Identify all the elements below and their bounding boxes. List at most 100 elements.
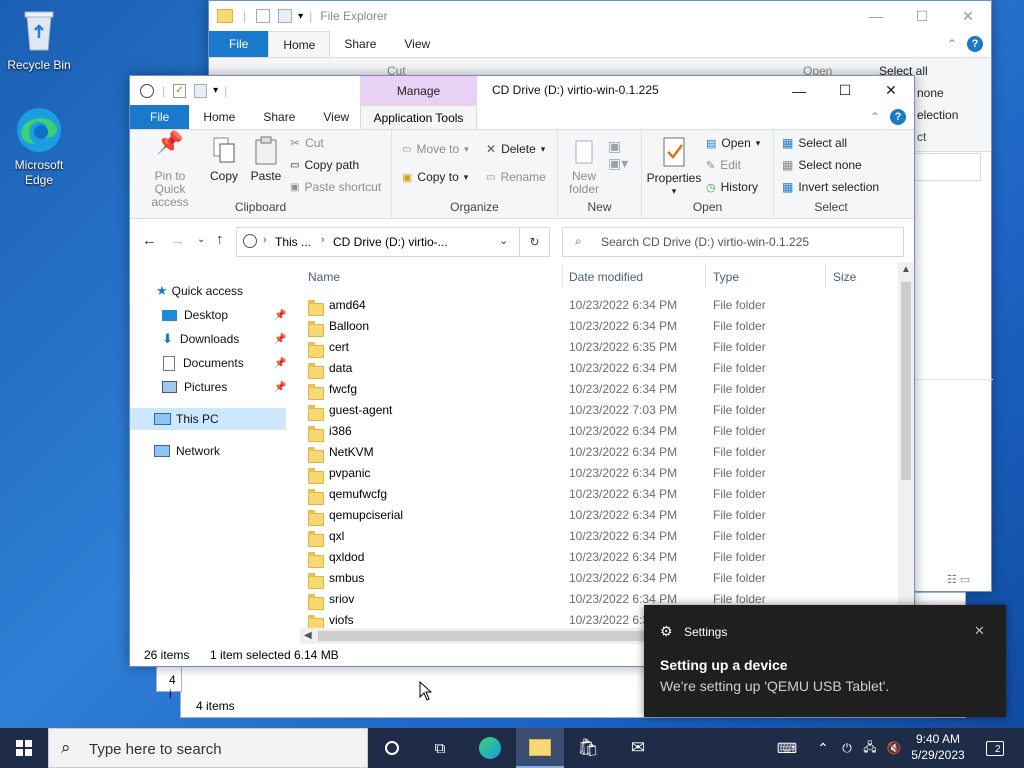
paste-button[interactable]: Paste bbox=[246, 136, 286, 183]
nav-network[interactable]: Network bbox=[130, 440, 286, 462]
cortana-icon[interactable] bbox=[368, 728, 416, 768]
select-all-button[interactable]: ▦ Select all bbox=[782, 136, 847, 150]
start-button[interactable] bbox=[0, 728, 48, 768]
copy-path-button[interactable]: ▭ Copy path bbox=[290, 158, 359, 172]
scroll-thumb[interactable] bbox=[901, 282, 911, 480]
delete-button[interactable]: ✕ Delete ▾ bbox=[486, 142, 545, 156]
toast-close-icon[interactable]: ✕ bbox=[974, 623, 985, 639]
table-row[interactable]: i386 10/23/2022 6:34 PM File folder bbox=[300, 420, 900, 442]
input-indicator-icon[interactable]: ⌨ bbox=[774, 728, 800, 768]
show-hidden-icons-icon[interactable]: ⌃ bbox=[812, 728, 834, 768]
new-folder-button[interactable]: New folder bbox=[564, 138, 604, 196]
address-bar[interactable]: › This ... › CD Drive (D:) virtio-... ⌄ bbox=[236, 227, 520, 257]
breadcrumb-this-pc[interactable]: This ... bbox=[275, 235, 311, 249]
table-row[interactable]: qxldod 10/23/2022 6:34 PM File folder bbox=[300, 546, 900, 568]
chevron-down-icon[interactable]: ▾ bbox=[298, 11, 303, 22]
table-row[interactable]: qxl 10/23/2022 6:34 PM File folder bbox=[300, 525, 900, 547]
doc-icon[interactable] bbox=[278, 9, 293, 23]
h-scroll-thumb[interactable] bbox=[318, 631, 648, 641]
nav-this-pc[interactable]: This PC bbox=[130, 408, 286, 430]
clock[interactable]: 9:40 AM 5/29/2023 bbox=[906, 731, 970, 765]
back-search-box[interactable] bbox=[909, 153, 981, 181]
recycle-bin-icon[interactable]: Recycle Bin bbox=[2, 6, 76, 72]
tab-file[interactable]: File bbox=[130, 105, 190, 129]
file-explorer-taskbar-icon[interactable] bbox=[516, 728, 564, 768]
copy-button[interactable]: Copy bbox=[206, 136, 242, 183]
scroll-left-icon[interactable]: ◀ bbox=[304, 630, 312, 641]
table-row[interactable]: pvpanic 10/23/2022 6:34 PM File folder bbox=[300, 462, 900, 484]
rename-button[interactable]: ▭ Rename bbox=[486, 170, 546, 184]
table-row[interactable]: data 10/23/2022 6:34 PM File folder bbox=[300, 357, 900, 379]
close-button[interactable]: ✕ bbox=[868, 76, 914, 106]
address-dropdown-icon[interactable]: ⌄ bbox=[499, 234, 508, 247]
maximize-button[interactable]: ☐ bbox=[822, 76, 868, 106]
edit-button[interactable]: ✎ Edit bbox=[706, 158, 741, 172]
check-icon[interactable] bbox=[256, 9, 271, 23]
col-name[interactable]: Name bbox=[308, 270, 340, 284]
nav-documents[interactable]: Documents 📌 bbox=[130, 352, 286, 374]
back-tab-home[interactable]: Home bbox=[268, 31, 331, 57]
table-row[interactable]: amd64 10/23/2022 6:34 PM File folder bbox=[300, 294, 900, 316]
recent-chevron-down-icon[interactable]: ⌄ bbox=[197, 234, 205, 245]
table-row[interactable]: guest-agent 10/23/2022 7:03 PM File folder bbox=[300, 399, 900, 421]
pin-icon[interactable]: 📌 bbox=[274, 334, 286, 345]
vertical-scrollbar[interactable]: ▲ bbox=[898, 262, 914, 628]
help-icon[interactable]: ? bbox=[967, 36, 983, 52]
store-taskbar-icon[interactable]: 🛍 bbox=[564, 728, 612, 768]
col-type[interactable]: Type bbox=[713, 270, 739, 284]
new-folder-qat-icon[interactable] bbox=[194, 83, 208, 98]
paste-shortcut-button[interactable]: ▣ Paste shortcut bbox=[290, 180, 381, 194]
table-row[interactable]: cert 10/23/2022 6:35 PM File folder bbox=[300, 336, 900, 358]
select-none-button[interactable]: ▦ Select none bbox=[782, 158, 862, 172]
up-arrow-icon[interactable]: ↑ bbox=[216, 231, 224, 248]
pin-icon[interactable]: 📌 bbox=[274, 382, 286, 393]
table-row[interactable]: smbus 10/23/2022 6:34 PM File folder bbox=[300, 567, 900, 589]
move-to-button[interactable]: ▭ Move to ▾ bbox=[402, 142, 469, 156]
edge-desktop-icon[interactable]: Microsoft Edge bbox=[2, 106, 76, 188]
pin-quick-access-button[interactable]: 📌 Pin to Quick access bbox=[136, 132, 204, 209]
back-tab-view[interactable]: View bbox=[390, 31, 444, 57]
properties-button[interactable]: Properties ▾ bbox=[644, 136, 704, 198]
invert-selection-button[interactable]: ▦ Invert selection bbox=[782, 180, 879, 194]
forward-arrow-icon[interactable]: → bbox=[170, 232, 185, 249]
table-row[interactable]: Balloon 10/23/2022 6:34 PM File folder bbox=[300, 315, 900, 337]
back-view-icons[interactable]: ☷ ▭ bbox=[947, 573, 987, 587]
nav-downloads[interactable]: ⬇ Downloads 📌 bbox=[130, 328, 286, 350]
nav-quick-access[interactable]: ★ Quick access bbox=[130, 280, 286, 302]
search-box[interactable]: ⌕ Search CD Drive (D:) virtio-win-0.1.22… bbox=[562, 227, 904, 257]
col-date[interactable]: Date modified bbox=[569, 270, 643, 284]
network-tray-icon[interactable]: 🖧 bbox=[860, 728, 880, 768]
edge-taskbar-icon[interactable] bbox=[466, 728, 514, 768]
mail-taskbar-icon[interactable]: ✉ bbox=[614, 728, 662, 768]
back-close-button[interactable]: ✕ bbox=[945, 1, 991, 31]
tab-view[interactable]: View bbox=[309, 105, 363, 129]
volume-muted-icon[interactable]: 🔇 bbox=[884, 728, 904, 768]
back-tab-file[interactable]: File bbox=[209, 31, 269, 57]
toast-notification[interactable]: ⚙ Settings ✕ Setting up a device We're s… bbox=[644, 605, 1006, 717]
table-row[interactable]: qemufwcfg 10/23/2022 6:34 PM File folder bbox=[300, 483, 900, 505]
back-arrow-icon[interactable]: ← bbox=[142, 232, 157, 249]
table-row[interactable]: qemupciserial 10/23/2022 6:34 PM File fold… bbox=[300, 504, 900, 526]
cut-button[interactable]: ✂ Cut bbox=[290, 136, 324, 150]
col-size[interactable]: Size bbox=[833, 270, 856, 284]
nav-desktop[interactable]: Desktop 📌 bbox=[130, 304, 286, 326]
open-button[interactable]: ▤ Open ▾ bbox=[706, 136, 760, 150]
back-select-none[interactable]: none bbox=[917, 86, 944, 100]
scroll-up-icon[interactable]: ▲ bbox=[901, 264, 911, 275]
back-maximize-button[interactable]: ☐ bbox=[899, 1, 945, 31]
tab-application-tools[interactable]: Application Tools bbox=[360, 105, 477, 129]
history-button[interactable]: ◷ History bbox=[706, 180, 758, 194]
tab-share[interactable]: Share bbox=[249, 105, 309, 129]
back-tab-share[interactable]: Share bbox=[330, 31, 390, 57]
usb-device-icon[interactable]: ⏻ bbox=[838, 728, 856, 768]
taskbar-search-box[interactable]: ⌕ Type here to search bbox=[48, 728, 368, 768]
new-item-icon[interactable]: ▣ ▣▾ bbox=[608, 138, 628, 172]
table-row[interactable]: fwcfg 10/23/2022 6:34 PM File folder bbox=[300, 378, 900, 400]
breadcrumb-cd-drive[interactable]: CD Drive (D:) virtio-... bbox=[333, 235, 448, 249]
refresh-button[interactable]: ↻ bbox=[520, 227, 550, 257]
table-row[interactable]: NetKVM 10/23/2022 6:34 PM File folder bbox=[300, 441, 900, 463]
copy-to-button[interactable]: ▣ Copy to ▾ bbox=[402, 170, 468, 184]
minimize-button[interactable]: — bbox=[776, 76, 822, 106]
task-view-icon[interactable]: ⧉ bbox=[416, 728, 464, 768]
help-icon[interactable]: ? bbox=[890, 109, 906, 125]
